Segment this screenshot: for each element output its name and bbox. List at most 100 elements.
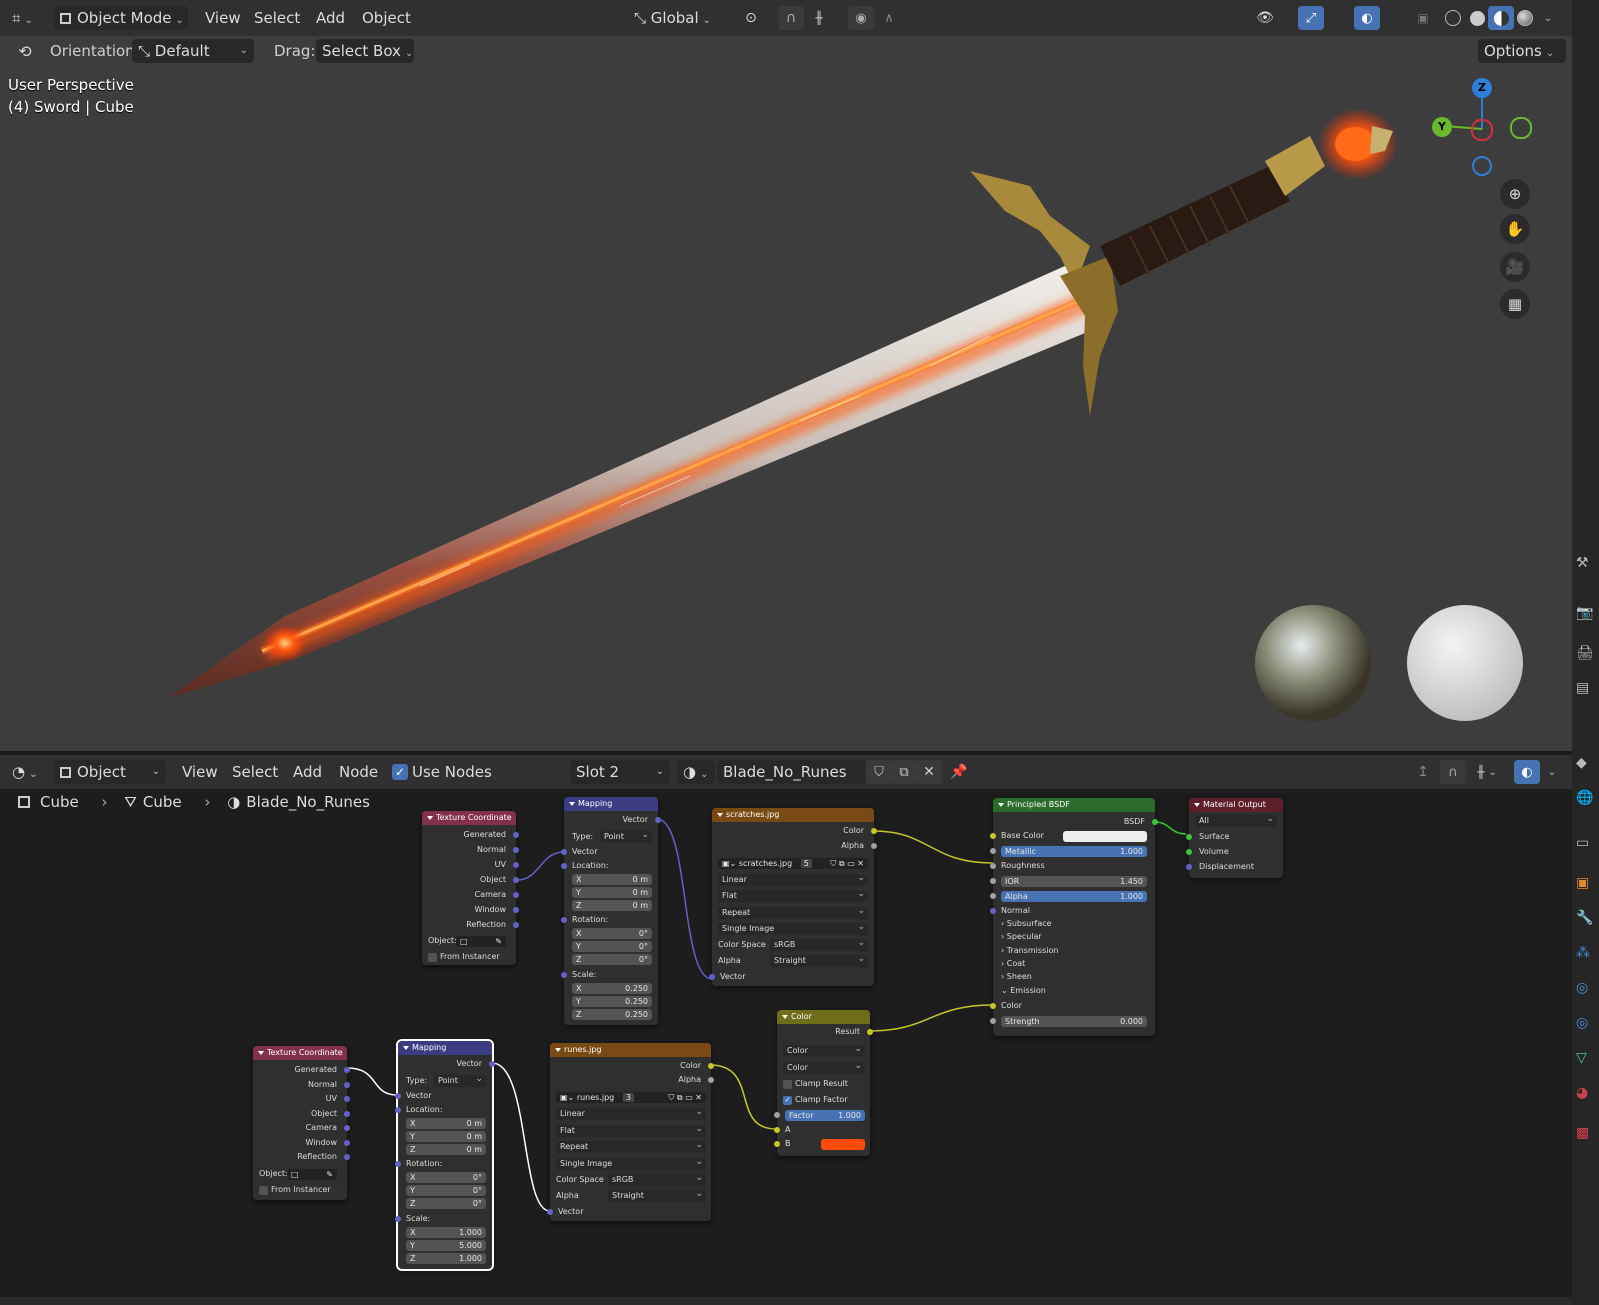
- duplicate-material-button[interactable]: ⧉: [891, 760, 917, 784]
- object-tab-icon[interactable]: ▣: [1576, 875, 1589, 891]
- gizmo-toggle[interactable]: ⤢: [1298, 6, 1324, 30]
- modifier-tab-icon[interactable]: 🔧: [1576, 910, 1593, 926]
- node-menu-add[interactable]: Add: [293, 760, 322, 784]
- socket[interactable]: [867, 1029, 873, 1035]
- tool-tab-icon[interactable]: ⚒: [1576, 555, 1589, 571]
- node-header[interactable]: Color: [777, 1010, 870, 1024]
- node-image-texture-runes[interactable]: runes.jpg Color Alpha ▣⌄ runes.jpg 3 ⛉ ⧉ …: [547, 1043, 714, 1221]
- target-dropdown[interactable]: All: [1195, 813, 1277, 827]
- gizmo-neg-z[interactable]: [1472, 156, 1492, 176]
- collection-tab-icon[interactable]: ▭: [1576, 835, 1589, 851]
- physics-tab-icon[interactable]: ◎: [1576, 980, 1588, 996]
- source-dropdown[interactable]: Single Image: [718, 921, 868, 935]
- falloff-button[interactable]: ∧: [876, 6, 902, 30]
- drag-dropdown[interactable]: Select Box ⌄: [316, 39, 414, 63]
- output-tab-icon[interactable]: 🖨: [1576, 645, 1594, 661]
- snap-settings-button[interactable]: ╫: [806, 6, 832, 30]
- scale-y-field[interactable]: Y 5.000: [406, 1240, 486, 1251]
- shading-material-button[interactable]: [1488, 6, 1514, 30]
- rotation-z-field[interactable]: Z 0°: [572, 954, 652, 965]
- gizmo-neg-y[interactable]: [1510, 117, 1532, 139]
- render-tab-icon[interactable]: 📷: [1576, 605, 1593, 621]
- socket[interactable]: [395, 1161, 401, 1167]
- location-x-field[interactable]: X 0 m: [406, 1118, 486, 1129]
- node-menu-view[interactable]: View: [182, 760, 218, 784]
- texture-tab-icon[interactable]: ▩: [1576, 1125, 1589, 1141]
- parent-node-tree-button[interactable]: ↥: [1410, 760, 1436, 784]
- shader-type-dropdown[interactable]: Object ⌄: [54, 760, 166, 784]
- rotation-y-field[interactable]: Y 0°: [406, 1185, 486, 1196]
- gizmo-y[interactable]: Y: [1432, 117, 1452, 137]
- visibility-button[interactable]: 👁: [1252, 6, 1278, 30]
- 3d-viewport[interactable]: User Perspective (4) Sword | Cube Z Y ⊕ …: [0, 36, 1572, 751]
- node-header[interactable]: Material Output: [1189, 798, 1283, 812]
- blend-type-dropdown[interactable]: Color: [783, 1043, 865, 1057]
- transform-orientation-dropdown[interactable]: ⤡ Global ⌄: [628, 6, 728, 30]
- material-browse-button[interactable]: ◑ ⌄: [677, 760, 715, 784]
- node-snap-target-button[interactable]: ╫ ⌄: [1468, 760, 1506, 784]
- socket[interactable]: [990, 908, 996, 914]
- from-instancer-checkbox[interactable]: [428, 953, 437, 962]
- socket[interactable]: [513, 877, 519, 883]
- location-z-field[interactable]: Z 0 m: [572, 900, 652, 911]
- projection-dropdown[interactable]: Flat: [718, 888, 868, 902]
- socket[interactable]: [395, 1216, 401, 1222]
- node-mapping-selected[interactable]: Mapping Vector Type: Point Vector Locati…: [395, 1039, 495, 1271]
- node-texture-coordinate[interactable]: Texture Coordinate Generated Normal UV O…: [422, 811, 519, 965]
- scale-z-field[interactable]: Z 1.000: [406, 1253, 486, 1264]
- color-space-dropdown[interactable]: sRGB: [608, 1172, 706, 1186]
- gizmo-neg-x[interactable]: [1471, 119, 1493, 141]
- socket[interactable]: [774, 1141, 780, 1147]
- node-overlay-options[interactable]: ⌄: [1540, 760, 1560, 784]
- scale-y-field[interactable]: Y 0.250: [572, 996, 652, 1007]
- socket[interactable]: [395, 1093, 401, 1099]
- socket[interactable]: [344, 1082, 350, 1088]
- object-field[interactable]: □ ✎: [456, 936, 506, 947]
- proportional-toggle[interactable]: ◉: [848, 6, 874, 30]
- rotation-x-field[interactable]: X 0°: [406, 1172, 486, 1183]
- rotation-y-field[interactable]: Y 0°: [572, 941, 652, 952]
- node-header[interactable]: Texture Coordinate: [422, 811, 516, 825]
- socket[interactable]: [344, 1125, 350, 1131]
- transform-pivot-icon-button[interactable]: ⟲: [12, 39, 38, 63]
- node-snap-toggle[interactable]: ∩: [1440, 760, 1466, 784]
- alpha-dropdown[interactable]: Straight: [608, 1188, 706, 1202]
- panel-transmission[interactable]: › Transmission: [1001, 945, 1058, 957]
- constraints-tab-icon[interactable]: ◎: [1576, 1015, 1588, 1031]
- node-header[interactable]: Mapping: [564, 797, 658, 811]
- horizontal-scrollbar[interactable]: [0, 1297, 1572, 1305]
- node-texture-coordinate[interactable]: Texture Coordinate Generated Normal UV O…: [253, 1046, 350, 1200]
- type-dropdown[interactable]: Point: [434, 1073, 486, 1087]
- slot-dropdown[interactable]: Slot 2 ⌄: [570, 760, 670, 784]
- socket[interactable]: [708, 1077, 714, 1083]
- socket[interactable]: [990, 1018, 996, 1024]
- alpha-dropdown[interactable]: Straight: [770, 953, 868, 967]
- socket[interactable]: [513, 892, 519, 898]
- socket[interactable]: [655, 817, 661, 823]
- strength-field[interactable]: Strength 0.000: [1001, 1016, 1147, 1027]
- socket[interactable]: [344, 1140, 350, 1146]
- mode-dropdown[interactable]: Object Mode ⌄: [54, 6, 188, 30]
- socket[interactable]: [871, 828, 877, 834]
- xray-toggle[interactable]: ▣: [1410, 6, 1436, 30]
- navigation-gizmo[interactable]: Z Y: [1432, 76, 1532, 176]
- data-tab-icon[interactable]: ▽: [1576, 1050, 1587, 1066]
- source-dropdown[interactable]: Single Image: [556, 1156, 706, 1170]
- shading-solid-button[interactable]: [1464, 6, 1490, 30]
- projection-dropdown[interactable]: Flat: [556, 1123, 706, 1137]
- socket[interactable]: [513, 922, 519, 928]
- socket[interactable]: [513, 907, 519, 913]
- fake-user-button[interactable]: ⛉: [866, 760, 892, 784]
- data-type-dropdown[interactable]: Color: [783, 1060, 865, 1074]
- zoom-button[interactable]: ⊕: [1500, 179, 1530, 209]
- material-tab-icon[interactable]: ◕: [1576, 1085, 1588, 1101]
- node-editor[interactable]: Cube › ⛛ Cube › ◑ Blade_No_Runes Texture C…: [0, 789, 1572, 1305]
- b-color-swatch[interactable]: [821, 1139, 865, 1150]
- pivot-button[interactable]: ⊙: [738, 6, 764, 30]
- socket[interactable]: [871, 843, 877, 849]
- from-instancer-checkbox[interactable]: [259, 1186, 268, 1195]
- node-header[interactable]: Texture Coordinate: [253, 1046, 347, 1060]
- node-editor-type-button[interactable]: ◔ ⌄: [6, 760, 46, 784]
- metallic-slider[interactable]: Metallic 1.000: [1001, 846, 1147, 857]
- node-header[interactable]: runes.jpg: [550, 1043, 711, 1057]
